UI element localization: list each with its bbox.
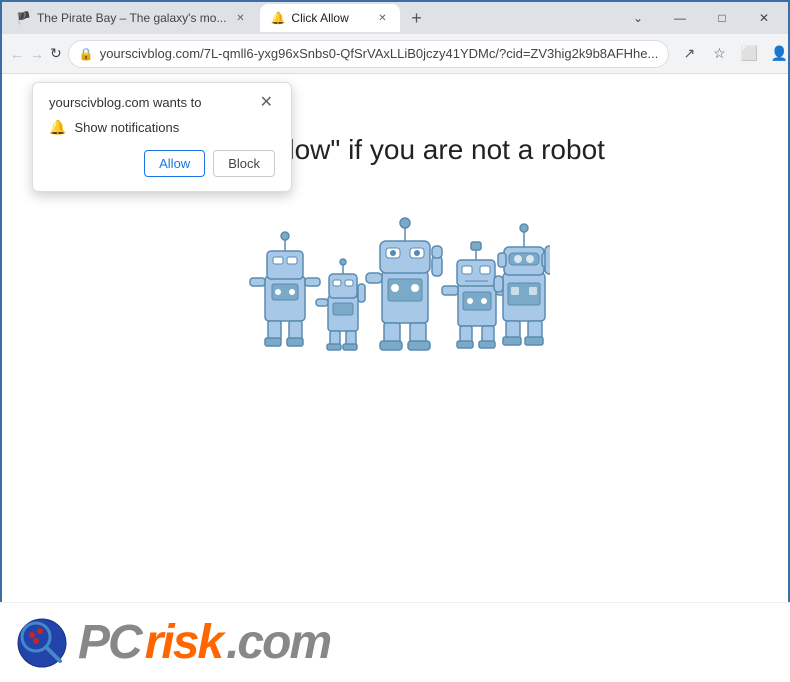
tab1-favicon: 🏴 [16, 11, 31, 25]
tab1-label: The Pirate Bay – The galaxy's mo... [37, 11, 227, 25]
maximize-button[interactable]: □ [702, 4, 742, 32]
profile-icon[interactable]: 👤 [765, 40, 790, 68]
address-actions: ↗ ☆ ⬜ 👤 ⋮ [675, 40, 790, 68]
risk-text: risk [145, 619, 222, 667]
tab2-close[interactable]: ✕ [374, 10, 390, 26]
refresh-button[interactable]: ↻ [50, 40, 62, 68]
chevron-down-icon[interactable]: ⌄ [618, 4, 658, 32]
tab1-close[interactable]: ✕ [232, 10, 248, 26]
bookmark-icon[interactable]: ☆ [705, 40, 733, 68]
pcrisk-logo: PCrisk.com [78, 615, 330, 670]
allow-button[interactable]: Allow [144, 150, 205, 177]
address-bar: ← → ↻ 🔒 yourscivblog.com/7L-qmll6-yxg96x… [2, 34, 788, 74]
window-controls: ⌄ — □ ✕ [618, 4, 784, 32]
minimize-button[interactable]: — [660, 4, 700, 32]
notification-row: 🔔 Show notifications [49, 119, 275, 136]
pcrisk-icon [16, 617, 68, 669]
tab2-favicon: 🔔 [270, 11, 285, 25]
tab-piratebay[interactable]: 🏴 The Pirate Bay – The galaxy's mo... ✕ [6, 4, 258, 32]
popup-title: yourscivblog.com wants to [49, 95, 201, 110]
popup-close-button[interactable]: ✕ [258, 95, 275, 111]
lock-icon: 🔒 [79, 47, 94, 61]
extension-icon[interactable]: ⬜ [735, 40, 763, 68]
pc-text: PC [78, 619, 141, 667]
share-icon[interactable]: ↗ [675, 40, 703, 68]
url-field[interactable]: 🔒 yourscivblog.com/7L-qmll6-yxg96xSnbs0-… [68, 40, 670, 68]
url-text: yourscivblog.com/7L-qmll6-yxg96xSnbs0-Qf… [100, 46, 659, 61]
tab2-label: Click Allow [291, 11, 348, 25]
forward-button[interactable]: → [30, 40, 44, 68]
com-text: .com [226, 615, 330, 670]
page-content: yourscivblog.com wants to ✕ 🔔 Show notif… [2, 74, 788, 604]
notification-popup: yourscivblog.com wants to ✕ 🔔 Show notif… [32, 82, 292, 192]
notification-label: Show notifications [74, 120, 179, 135]
block-button[interactable]: Block [213, 150, 275, 177]
bell-icon: 🔔 [49, 119, 66, 136]
new-tab-button[interactable]: + [402, 4, 430, 32]
popup-header: yourscivblog.com wants to ✕ [49, 95, 275, 111]
title-bar: 🏴 The Pirate Bay – The galaxy's mo... ✕ … [2, 2, 788, 34]
robots-illustration [240, 196, 550, 356]
robots-svg [240, 196, 550, 356]
popup-buttons: Allow Block [49, 150, 275, 177]
footer-bar: PCrisk.com [0, 602, 790, 682]
tab-clickallow[interactable]: 🔔 Click Allow ✕ [260, 4, 400, 32]
back-button[interactable]: ← [10, 40, 24, 68]
close-button[interactable]: ✕ [744, 4, 784, 32]
